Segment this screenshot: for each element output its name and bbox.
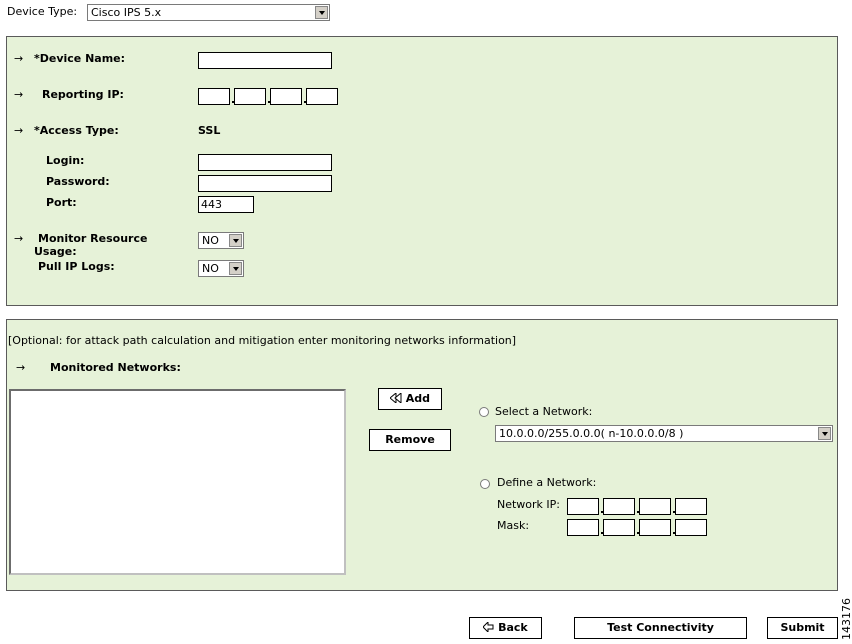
pull-ip-logs-label: Pull IP Logs: xyxy=(38,260,115,273)
network-ip-octet-1[interactable] xyxy=(567,498,599,515)
network-ip-octet-4[interactable] xyxy=(675,498,707,515)
add-button[interactable]: Add xyxy=(378,388,442,410)
add-button-label: Add xyxy=(405,392,431,405)
define-network-radio[interactable] xyxy=(480,479,490,489)
define-network-label: Define a Network: xyxy=(497,476,597,489)
monitor-resource-label: Monitor Resource xyxy=(38,232,148,245)
pull-ip-logs-select[interactable]: NO xyxy=(198,260,244,277)
select-network-value: 10.0.0.0/255.0.0.0( n-10.0.0.0/8 ) xyxy=(499,427,684,440)
submit-button[interactable]: Submit xyxy=(767,617,838,639)
back-button[interactable]: Back xyxy=(469,617,542,639)
reporting-ip-octet-1[interactable] xyxy=(198,88,230,105)
monitor-resource-value: NO xyxy=(202,234,219,247)
chevron-down-icon xyxy=(315,6,328,19)
network-ip-octet-2[interactable] xyxy=(603,498,635,515)
select-network-dropdown[interactable]: 10.0.0.0/255.0.0.0( n-10.0.0.0/8 ) xyxy=(495,425,833,442)
back-button-label: Back xyxy=(498,621,528,634)
add-arrow-icon xyxy=(389,391,402,405)
monitor-resource-label-cont: Usage: xyxy=(34,245,77,258)
device-settings-panel xyxy=(6,36,838,306)
chevron-down-icon xyxy=(229,262,242,275)
pull-ip-logs-value: NO xyxy=(202,262,219,275)
monitored-networks-list[interactable] xyxy=(9,389,346,575)
monitored-networks-label: Monitored Networks: xyxy=(50,361,181,374)
network-ip-octet-3[interactable] xyxy=(639,498,671,515)
chevron-down-icon xyxy=(818,427,831,440)
row-arrow-icon: → xyxy=(14,124,24,137)
mask-label: Mask: xyxy=(497,519,530,532)
optional-note: [Optional: for attack path calculation a… xyxy=(8,334,517,347)
access-type-label: *Access Type: xyxy=(34,124,119,137)
device-type-value: Cisco IPS 5.x xyxy=(91,6,162,19)
access-type-value: SSL xyxy=(198,124,221,137)
port-label: Port: xyxy=(46,196,77,209)
select-network-label: Select a Network: xyxy=(495,405,593,418)
mask-octet-3[interactable] xyxy=(639,519,671,536)
reporting-ip-octet-3[interactable] xyxy=(270,88,302,105)
password-input[interactable] xyxy=(198,175,332,192)
password-label: Password: xyxy=(46,175,110,188)
row-arrow-icon: → xyxy=(16,361,26,374)
mask-octet-1[interactable] xyxy=(567,519,599,536)
row-arrow-icon: → xyxy=(14,232,24,245)
mask-octet-2[interactable] xyxy=(603,519,635,536)
login-input[interactable] xyxy=(198,154,332,171)
monitor-resource-select[interactable]: NO xyxy=(198,232,244,249)
network-ip-label: Network IP: xyxy=(497,498,561,511)
select-network-radio[interactable] xyxy=(479,407,489,417)
remove-button[interactable]: Remove xyxy=(369,429,451,451)
back-arrow-icon xyxy=(482,620,494,634)
device-type-select[interactable]: Cisco IPS 5.x xyxy=(87,4,330,21)
figure-number: 143176 xyxy=(840,598,852,640)
mask-octet-4[interactable] xyxy=(675,519,707,536)
port-input[interactable]: 443 xyxy=(198,196,254,213)
device-name-input[interactable] xyxy=(198,52,332,69)
row-arrow-icon: → xyxy=(14,88,24,101)
reporting-ip-octet-2[interactable] xyxy=(234,88,266,105)
device-name-label: *Device Name: xyxy=(34,52,126,65)
chevron-down-icon xyxy=(229,234,242,247)
reporting-ip-octet-4[interactable] xyxy=(306,88,338,105)
test-connectivity-button[interactable]: Test Connectivity xyxy=(574,617,747,639)
reporting-ip-label: Reporting IP: xyxy=(42,88,124,101)
login-label: Login: xyxy=(46,154,85,167)
device-type-label: Device Type: xyxy=(7,5,78,18)
row-arrow-icon: → xyxy=(14,52,24,65)
